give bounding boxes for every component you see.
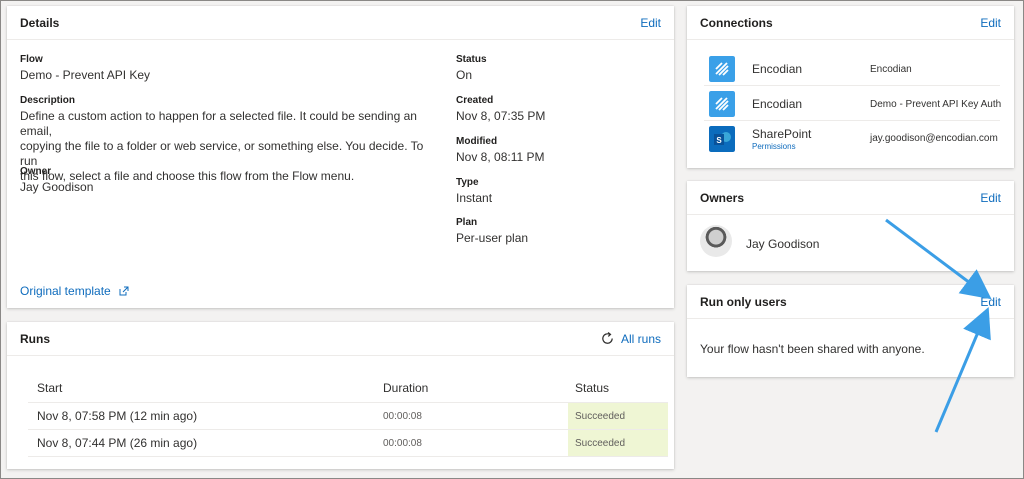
external-link-icon [119,286,129,296]
details-title: Details [20,15,60,30]
owners-header: Owners Edit [687,181,1014,215]
owner-value: Jay Goodison [20,180,94,194]
permissions-link[interactable]: Permissions [752,142,796,151]
column-header-start: Start [37,380,63,395]
connection-name: Encodian [752,97,803,111]
status-label: Status [456,54,487,65]
run-only-users-edit-button[interactable]: Edit [980,295,1001,309]
all-runs-control: All runs [600,331,661,346]
owners-edit-button[interactable]: Edit [980,191,1001,205]
flow-field: Flow Demo - Prevent API Key [20,54,150,83]
runs-table: Start Duration Status Nov 8, 07:58 PM (1… [28,373,668,457]
modified-label: Modified [456,136,498,147]
column-header-duration: Duration [383,380,429,395]
avatar [700,225,732,257]
run-start: Nov 8, 07:44 PM (26 min ago) [37,436,198,450]
flow-label: Flow [20,54,43,65]
flow-value: Demo - Prevent API Key [20,68,151,82]
encodian-icon [709,91,735,117]
details-edit-button[interactable]: Edit [640,16,661,30]
modified-value: Nov 8, 08:11 PM [456,150,545,164]
run-duration: 00:00:08 [383,437,422,449]
runs-header: Runs All runs [7,322,674,356]
original-template-label[interactable]: Original template [20,284,111,298]
connection-name: SharePoint [752,127,812,141]
table-row[interactable]: Nov 8, 07:44 PM (26 min ago) 00:00:08 Su… [28,430,668,457]
connections-card: Connections Edit Encodian Encodian Encod… [687,6,1014,168]
table-row[interactable]: Nov 8, 07:58 PM (12 min ago) 00:00:08 Su… [28,403,668,430]
created-label: Created [456,95,494,106]
status-field: Status On [456,54,487,83]
modified-field: Modified Nov 8, 08:11 PM [456,136,545,165]
column-header-status: Status [575,380,610,395]
connection-account: Demo - Prevent API Key Auth [870,99,1002,110]
run-only-users-title: Run only users [700,294,787,309]
run-start: Nov 8, 07:58 PM (12 min ago) [37,409,198,423]
created-field: Created Nov 8, 07:35 PM [456,95,545,124]
original-template-link[interactable]: Original template [20,282,129,300]
connection-item[interactable]: Encodian Encodian [704,52,1000,86]
run-only-users-card: Run only users Edit Your flow hasn't bee… [687,285,1014,377]
connections-header: Connections Edit [687,6,1014,40]
all-runs-link[interactable]: All runs [621,332,661,346]
connection-account: jay.goodison@encodian.com [870,133,998,144]
connection-item[interactable]: S SharePoint Permissions jay.goodison@en… [704,122,1000,156]
plan-field: Plan Per-user plan [456,217,528,246]
details-header: Details Edit [7,6,674,40]
owners-card: Owners Edit Jay Goodison [687,181,1014,271]
connection-name: Encodian [752,62,803,76]
run-status: Succeeded [568,403,668,429]
connection-account: Encodian [870,64,912,75]
connections-edit-button[interactable]: Edit [980,16,1001,30]
sharepoint-icon: S [709,126,735,152]
connections-title: Connections [700,15,773,30]
refresh-icon[interactable] [600,331,615,346]
owner-name: Jay Goodison [746,237,820,251]
owner-field: Owner Jay Goodison [20,166,93,195]
created-value: Nov 8, 07:35 PM [456,109,546,123]
plan-label: Plan [456,217,478,228]
encodian-icon [709,56,735,82]
connection-item[interactable]: Encodian Demo - Prevent API Key Auth [704,87,1002,121]
run-status: Succeeded [568,430,668,456]
type-label: Type [456,177,479,188]
runs-table-header: Start Duration Status [28,373,668,403]
description-label: Description [20,95,76,106]
run-duration: 00:00:08 [383,410,422,422]
plan-value: Per-user plan [456,231,529,245]
description-line: Define a custom action to happen for a s… [20,109,417,138]
owners-title: Owners [700,190,745,205]
owner-label: Owner [20,166,52,177]
status-value: On [456,68,473,82]
run-only-users-header: Run only users Edit [687,285,1014,319]
runs-card: Runs All runs Start Duration Status Nov … [7,322,674,469]
description-line: copying the file to a folder or web serv… [20,139,424,168]
svg-text:S: S [716,136,722,145]
details-card: Details Edit Flow Demo - Prevent API Key… [7,6,674,308]
type-field: Type Instant [456,177,492,206]
runs-title: Runs [20,331,50,346]
type-value: Instant [456,191,493,205]
run-only-users-message: Your flow hasn't been shared with anyone… [700,342,925,356]
